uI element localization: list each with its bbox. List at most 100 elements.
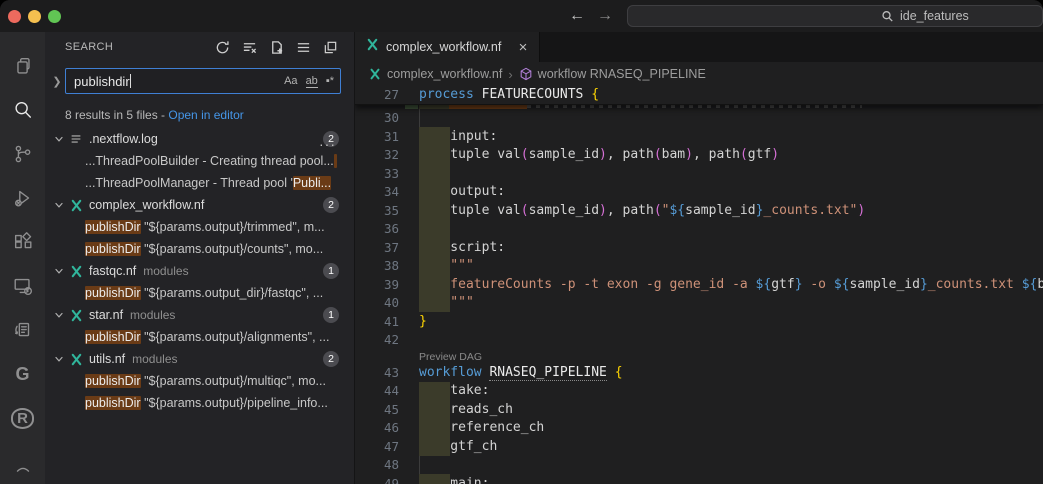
file-result-row[interactable]: fastqc.nfmodules1 [45,260,354,282]
code-line[interactable]: 36 [355,220,1043,239]
codelens-preview-dag[interactable]: Preview DAG [419,351,482,363]
tab-label: complex_workflow.nf [386,40,509,54]
code-line[interactable]: 33 [355,164,1043,183]
code-line[interactable]: 45 reads_ch [355,400,1043,419]
refresh-icon[interactable] [214,39,230,55]
line-number: 43 [355,365,399,380]
nextflow-file-icon [67,308,85,323]
breadcrumb: complex_workflow.nf › workflow RNASEQ_PI… [355,62,1043,86]
code-line[interactable]: 47 gtf_ch [355,437,1043,456]
code-line[interactable]: 42 [355,331,1043,350]
file-folder: modules [143,264,188,278]
code-text: tuple val(sample_id), path("${sample_id}… [419,203,865,218]
code-line[interactable]: 34 output: [355,183,1043,202]
sticky-scroll-line[interactable]: 27process FEATURECOUNTS { [355,86,1043,105]
code-line[interactable]: 44 take: [355,382,1043,401]
code-line[interactable]: 48 [355,456,1043,475]
match-text: publishDir "${params.output}/counts", mo… [85,242,323,256]
match-result-row[interactable]: publishDir "${params.output}/multiqc", m… [45,370,354,392]
tab-complex-workflow[interactable]: complex_workflow.nf × [355,32,540,62]
match-result-row[interactable]: publishDir "${params.output_dir}/fastqc"… [45,282,354,304]
code-line[interactable]: 35 tuple val(sample_id), path("${sample_… [355,201,1043,220]
file-folder: modules [130,308,175,322]
code-line[interactable]: 46 reference_ch [355,419,1043,438]
indent-guide [419,109,420,128]
code-line[interactable]: 30 [355,109,1043,128]
gitlens-icon[interactable]: G [0,352,45,396]
match-result-row[interactable]: publishDir "${params.output}/alignments"… [45,326,354,348]
match-case-toggle[interactable]: Aa [284,75,297,87]
regex-toggle[interactable]: ▪* [326,75,334,87]
search-input[interactable]: publishdir Aa ab ▪* [65,68,341,94]
open-in-editor-link[interactable]: Open in editor [168,108,243,122]
open-new-search-editor-icon[interactable] [268,39,284,55]
match-count-badge: 1 [323,263,339,279]
log-file-icon [67,132,85,146]
chevron-down-icon[interactable] [51,265,67,277]
match-result-row[interactable]: publishDir "${params.output}/trimmed", m… [45,216,354,238]
run-and-debug-icon[interactable] [0,176,45,220]
code-line[interactable]: 31 input: [355,127,1043,146]
nextflow-file-icon [67,264,85,279]
code-line[interactable]: 39 featureCounts -p -t exon -g gene_id -… [355,275,1043,294]
minimize-window-button[interactable] [28,10,41,23]
file-result-row[interactable]: utils.nfmodules2 [45,348,354,370]
code-editor[interactable]: 27process FEATURECOUNTS { 30 31 input:32 … [355,86,1043,484]
nextflow-file-icon [67,198,85,213]
close-tab-icon[interactable]: × [515,40,531,55]
navigate-forward-icon[interactable]: → [597,4,613,28]
remote-explorer-icon[interactable] [0,264,45,308]
close-window-button[interactable] [8,10,21,23]
match-result-row[interactable]: publishDir "${params.output}/counts", mo… [45,238,354,260]
line-number: 42 [355,332,399,347]
chevron-down-icon[interactable] [51,199,67,211]
file-result-row[interactable]: complex_workflow.nf2 [45,194,354,216]
indent-highlight [419,146,450,165]
breadcrumb-symbol[interactable]: workflow RNASEQ_PIPELINE [519,67,706,81]
match-count-badge: 2 [323,351,339,367]
navigate-back-icon[interactable]: ← [569,4,585,28]
code-line[interactable]: 41} [355,312,1043,331]
chevron-down-icon[interactable] [51,133,67,145]
nextflow-file-icon [365,37,380,57]
whole-word-toggle[interactable]: ab [306,75,318,88]
match-result-row[interactable]: ...ThreadPoolManager - Thread pool 'Publ… [45,172,354,194]
collapse-all-icon[interactable] [322,39,338,55]
toggle-replace-icon[interactable]: ❯ [49,75,65,88]
extensions-icon[interactable] [0,220,45,264]
r-language-icon[interactable]: R [0,396,45,440]
breadcrumb-file[interactable]: complex_workflow.nf [368,67,502,81]
search-icon[interactable] [0,88,45,132]
chevron-down-icon[interactable] [51,309,67,321]
file-result-row[interactable]: .nextflow.log2 [45,128,354,150]
task-document-icon[interactable] [0,308,45,352]
file-result-row[interactable]: star.nfmodules1 [45,304,354,326]
code-line[interactable]: 43workflow RNASEQ_PIPELINE { [355,363,1043,382]
line-number: 30 [355,110,399,125]
indent-highlight [419,164,450,183]
code-line[interactable]: 37 script: [355,238,1043,257]
chevron-down-icon[interactable] [51,353,67,365]
search-sidebar: SEARCH ❯ publishdir Aa ab ▪* ··· 8 resul… [45,32,355,484]
line-number: 47 [355,439,399,454]
source-control-icon[interactable] [0,132,45,176]
clear-search-results-icon[interactable] [241,39,257,55]
line-number: 38 [355,258,399,273]
indent-highlight [419,294,450,313]
command-center-search[interactable]: ide_features [627,5,1043,27]
toggle-search-details-icon[interactable]: ··· [319,136,336,152]
explorer-icon[interactable] [0,44,45,88]
nextflow-file-icon [67,352,85,367]
code-line[interactable]: 38 """ [355,257,1043,276]
view-as-list-icon[interactable] [295,39,311,55]
bottom-partial-icon[interactable] [0,440,45,484]
code-line[interactable]: 49 main: [355,474,1043,484]
indent-highlight [419,275,450,294]
maximize-window-button[interactable] [48,10,61,23]
match-result-row[interactable]: publishDir "${params.output}/pipeline_in… [45,392,354,414]
match-result-row[interactable]: ...ThreadPoolBuilder - Creating thread p… [45,150,354,172]
line-number: 36 [355,221,399,236]
code-line[interactable]: 32 tuple val(sample_id), path(bam), path… [355,146,1043,165]
indent-highlight [419,257,450,276]
code-line[interactable]: 40 """ [355,294,1043,313]
